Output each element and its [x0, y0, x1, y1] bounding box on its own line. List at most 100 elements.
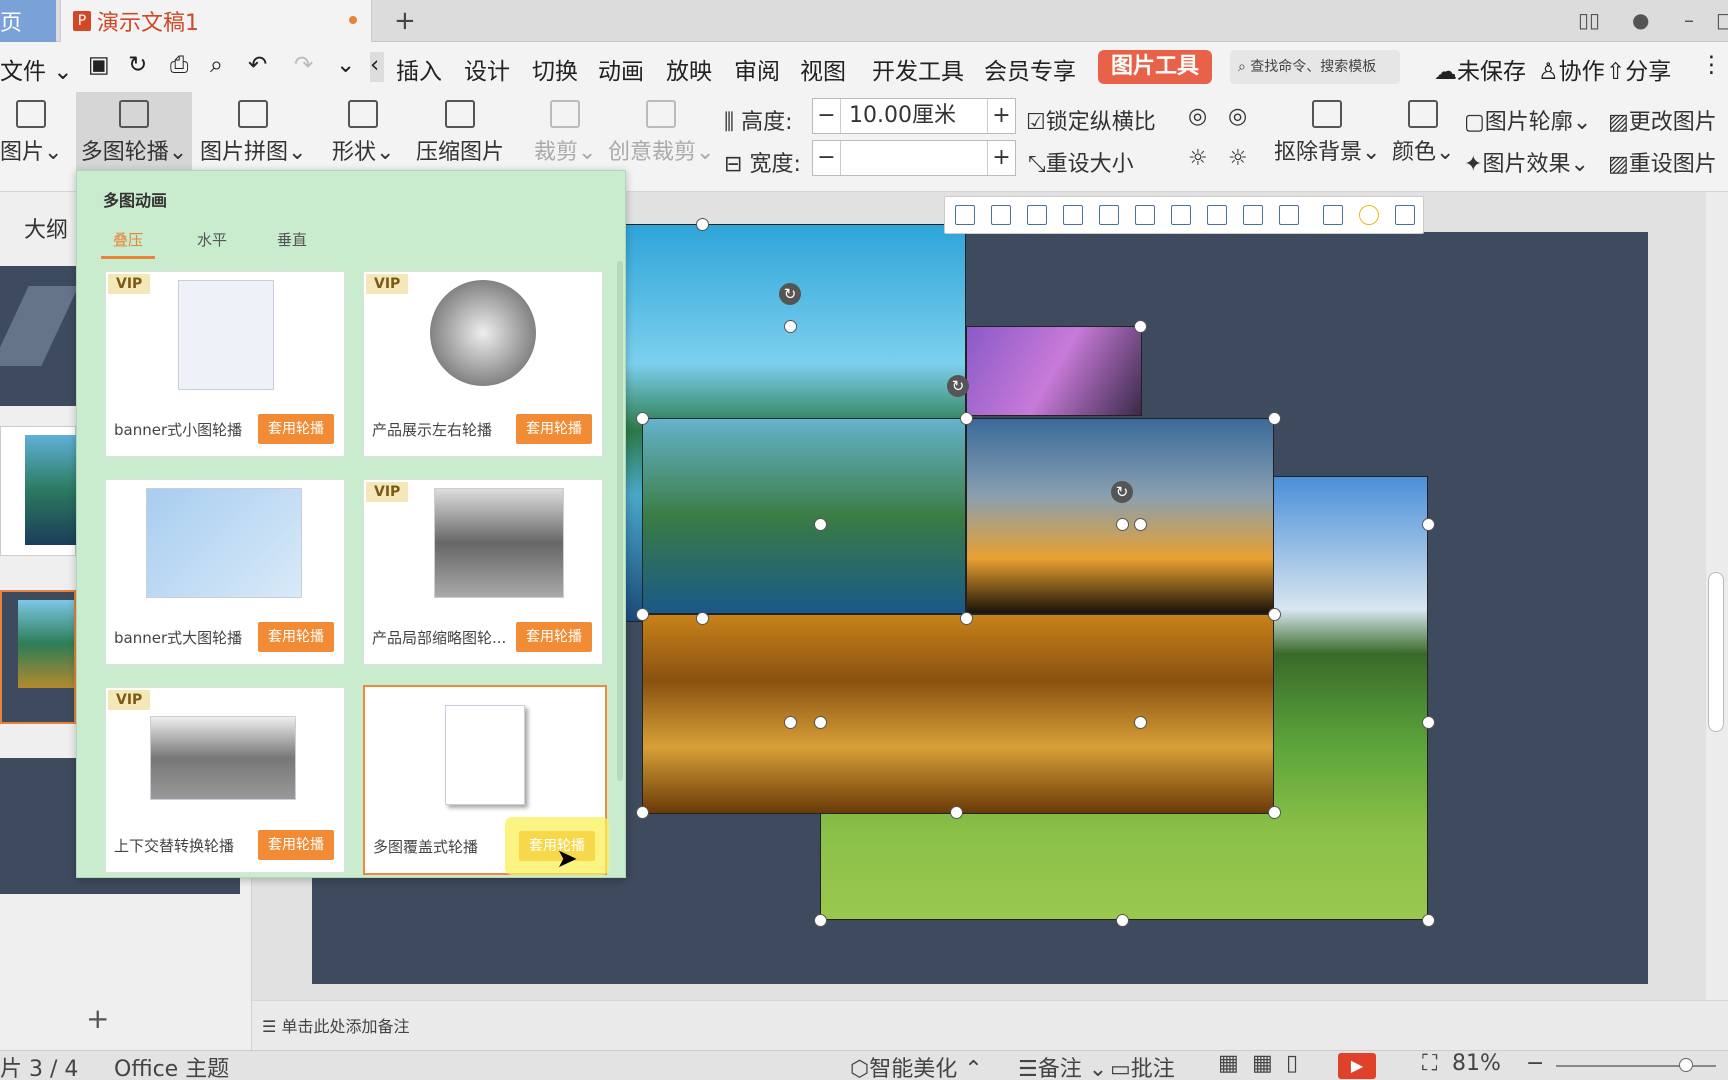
zoom-slider-knob[interactable]: [1678, 1058, 1693, 1072]
add-slide-button[interactable]: +: [86, 1002, 109, 1035]
zoom-slider[interactable]: [1556, 1058, 1716, 1072]
sorter-view-icon[interactable]: ▦: [1252, 1051, 1273, 1076]
multi-carousel-button[interactable]: 多图轮播⌄: [76, 92, 192, 170]
search-input[interactable]: ⌕ 查找命令、搜索模板: [1230, 50, 1400, 84]
collapse-icon[interactable]: ‹: [370, 52, 384, 82]
rotate-right-icon[interactable]: ◎: [1228, 104, 1247, 129]
tab-home[interactable]: 页: [0, 0, 56, 42]
lightbulb-icon[interactable]: [1359, 205, 1379, 225]
slide-thumbnail-1[interactable]: [0, 266, 79, 406]
preview-icon[interactable]: ⌕: [210, 52, 223, 78]
comment-button[interactable]: ▭批注: [1110, 1051, 1175, 1080]
fit-window-icon[interactable]: ⛶: [1422, 1051, 1437, 1076]
resize-handle[interactable]: [814, 716, 827, 729]
apply-carousel-button[interactable]: 套用轮播: [258, 622, 334, 652]
photo-purple-palm[interactable]: [966, 326, 1142, 416]
resize-handle[interactable]: [696, 612, 709, 625]
resize-handle[interactable]: [1268, 412, 1281, 425]
slide-thumbnail-2[interactable]: [0, 426, 77, 556]
menu-review[interactable]: 审阅: [734, 52, 780, 86]
avatar[interactable]: ●: [1632, 8, 1649, 32]
save-icon[interactable]: ▣: [88, 52, 110, 78]
align-right-icon[interactable]: [1027, 205, 1047, 225]
theme-name[interactable]: Office 主题: [114, 1051, 229, 1080]
menu-insert[interactable]: 插入: [396, 52, 442, 86]
rotate-handle-icon[interactable]: ↻: [779, 283, 801, 305]
print-icon[interactable]: ⎙: [170, 52, 188, 78]
insert-picture-button[interactable]: 图片⌄: [0, 100, 62, 166]
resize-handle[interactable]: [950, 806, 963, 819]
menu-animation[interactable]: 动画: [598, 52, 644, 86]
zoom-out-button[interactable]: −: [1526, 1051, 1544, 1076]
menu-view[interactable]: 视图: [800, 52, 846, 86]
align-top-icon[interactable]: [1063, 205, 1083, 225]
photo-wheat-field[interactable]: [642, 614, 1274, 814]
picture-outline-button[interactable]: ▢图片轮廓⌄: [1464, 104, 1591, 136]
rotate-handle-icon[interactable]: ↻: [947, 375, 969, 397]
normal-view-icon[interactable]: ▦: [1218, 1051, 1239, 1076]
tab-picture-tools[interactable]: 图片工具: [1098, 50, 1212, 84]
align-center-icon[interactable]: [991, 205, 1011, 225]
height-value[interactable]: 10.00厘米: [849, 99, 956, 133]
rotate-left-icon[interactable]: ◎: [1188, 104, 1207, 129]
tab-outline[interactable]: 大纲: [24, 212, 68, 244]
share-button[interactable]: ⇧分享: [1606, 52, 1671, 86]
align-bottom-icon[interactable]: [1135, 205, 1155, 225]
collage-button[interactable]: 图片拼图⌄: [200, 100, 306, 166]
menu-transition[interactable]: 切换: [532, 52, 578, 86]
redo-icon[interactable]: ↷: [294, 52, 313, 78]
carousel-card[interactable]: VIP banner式小图轮播 套用轮播: [105, 271, 345, 457]
photo-sunset-trees[interactable]: [966, 418, 1274, 614]
smart-beautify-button[interactable]: ⬡智能美化 ⌃: [850, 1051, 983, 1080]
flip-horizontal-icon[interactable]: ☼: [1188, 146, 1208, 171]
collab-button[interactable]: ♙协作: [1538, 52, 1605, 86]
play-slideshow-button[interactable]: ▶: [1338, 1053, 1376, 1079]
photo-lake-reflection[interactable]: [642, 418, 966, 614]
height-decrease-button[interactable]: −: [813, 99, 841, 133]
tab-horizontal[interactable]: 水平: [197, 229, 227, 250]
notes-toggle-button[interactable]: ☰备注 ⌄: [1018, 1051, 1107, 1080]
crop-frame-icon[interactable]: [1279, 205, 1299, 225]
zoom-level[interactable]: 81%: [1452, 1051, 1501, 1076]
layout-icon[interactable]: ▯▯: [1578, 8, 1600, 32]
height-increase-button[interactable]: +: [987, 99, 1015, 133]
resize-handle[interactable]: [1116, 914, 1129, 927]
menu-dev-tools[interactable]: 开发工具: [872, 52, 964, 86]
carousel-card[interactable]: VIP 产品展示左右轮播 套用轮播: [363, 271, 603, 457]
resize-handle[interactable]: [636, 608, 649, 621]
picture-effects-button[interactable]: ✦图片效果⌄: [1464, 146, 1589, 178]
slide-thumbnail-3[interactable]: [0, 590, 76, 724]
resize-handle[interactable]: [696, 218, 709, 231]
resize-handle[interactable]: [960, 612, 973, 625]
tab-overlap[interactable]: 叠压: [101, 229, 156, 259]
scrollbar-thumb[interactable]: [1708, 572, 1724, 732]
more-icon[interactable]: ⌄: [336, 52, 355, 78]
lock-ratio-checkbox[interactable]: ☑锁定纵横比: [1026, 104, 1156, 136]
undo-icon[interactable]: ↶: [248, 52, 267, 78]
resize-handle[interactable]: [784, 320, 797, 333]
notes-pane[interactable]: ☰ 单击此处添加备注: [252, 1000, 1728, 1050]
tab-vertical[interactable]: 垂直: [277, 229, 307, 250]
height-field[interactable]: − 10.00厘米 +: [812, 98, 1016, 134]
group-icon[interactable]: [1323, 205, 1343, 225]
creative-crop-button[interactable]: 创意裁剪⌄: [608, 100, 714, 166]
width-decrease-button[interactable]: −: [813, 141, 841, 175]
resize-handle[interactable]: [636, 412, 649, 425]
align-left-icon[interactable]: [955, 205, 975, 225]
width-field[interactable]: − +: [812, 140, 1016, 176]
tab-document[interactable]: P 演示文稿1: [60, 0, 372, 42]
resize-handle[interactable]: [814, 518, 827, 531]
menu-file[interactable]: 文件 ⌄: [0, 52, 73, 86]
align-middle-icon[interactable]: [1099, 205, 1119, 225]
panel-scrollbar[interactable]: [617, 261, 623, 781]
new-tab-button[interactable]: +: [394, 6, 416, 36]
carousel-card[interactable]: VIP 产品局部缩略图轮... 套用轮播: [363, 479, 603, 665]
shape-button[interactable]: 形状⌄: [332, 100, 394, 166]
resize-handle[interactable]: [814, 914, 827, 927]
reading-view-icon[interactable]: ▯: [1286, 1051, 1298, 1076]
resize-handle[interactable]: [960, 412, 973, 425]
menu-member[interactable]: 会员专享: [984, 52, 1076, 86]
carousel-card[interactable]: banner式大图轮播 套用轮播: [105, 479, 345, 665]
resize-handle[interactable]: [1116, 518, 1129, 531]
resize-handle[interactable]: [636, 806, 649, 819]
